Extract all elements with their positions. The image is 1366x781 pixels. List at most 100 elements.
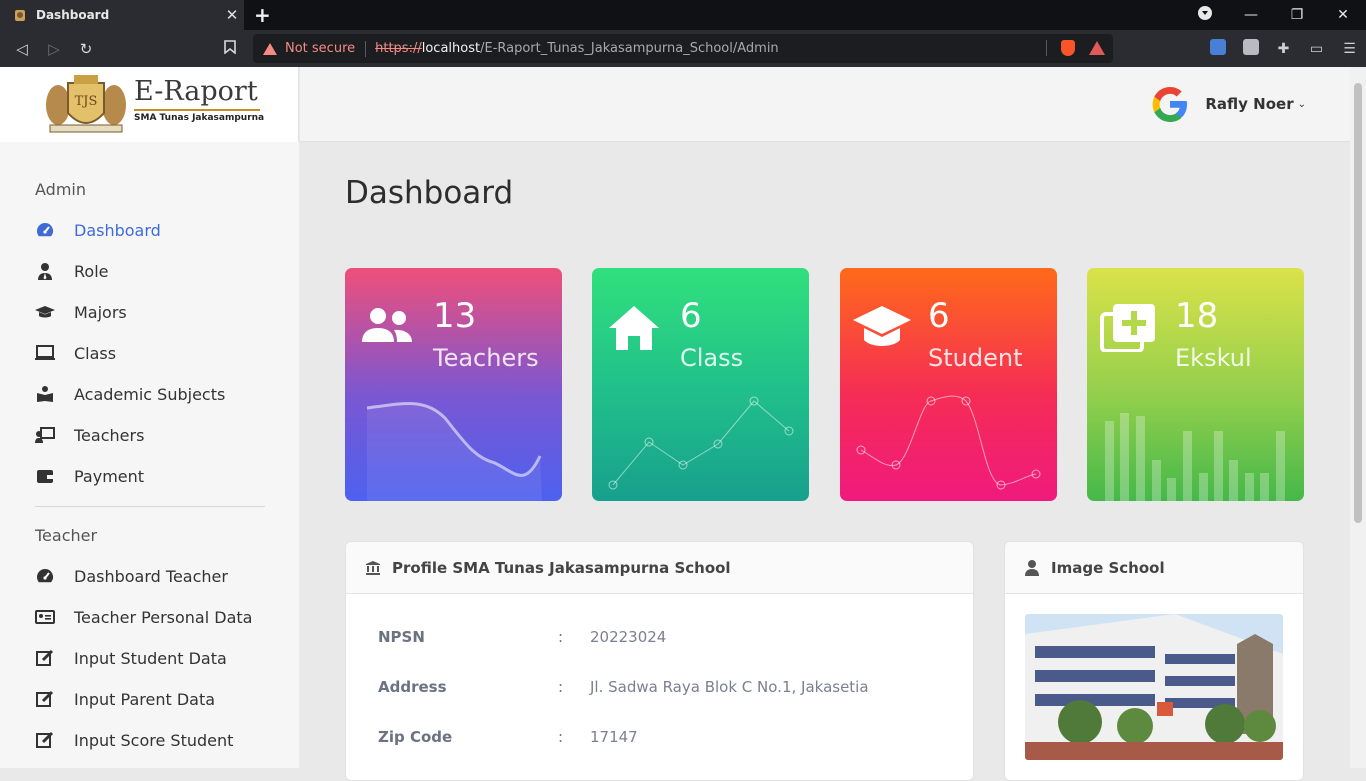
profile-label: Zip Code [378, 728, 453, 746]
tab-title: Dashboard [36, 8, 110, 22]
chevron-down-icon: ⌄ [1297, 98, 1306, 110]
url-path: /E-Raport_Tunas_Jakasampurna_School/Admi… [480, 41, 779, 56]
close-window-icon[interactable]: ✕ [1320, 7, 1366, 23]
sidebar-item-input-student-data[interactable]: Input Student Data [35, 646, 227, 670]
address-bar[interactable]: Not secure https:// localhost /E-Raport_… [253, 34, 1113, 63]
colon-separator: : [558, 728, 564, 746]
profile-panel-title: Profile SMA Tunas Jakasampurna School [392, 558, 731, 577]
top-bar: Rafly Noer ⌄ [300, 67, 1350, 142]
browser-tab-bar: Dashboard ✕ + — ❐ ✕ [0, 0, 1366, 30]
brave-shield-icon[interactable] [1061, 40, 1075, 56]
sidebar-item-label: Role [74, 261, 109, 281]
edit-icon [35, 730, 55, 750]
brand-title: E-Raport [134, 75, 260, 111]
minimize-icon[interactable]: — [1228, 7, 1274, 23]
tachometer-icon [35, 220, 55, 240]
chalkboard-teacher-icon [35, 425, 55, 445]
sidebar-item-input-score-student[interactable]: Input Score Student [35, 728, 233, 752]
menu-icon[interactable]: ☰ [1333, 41, 1366, 57]
sidebar-item-label: Input Student Data [74, 648, 227, 668]
reload-icon[interactable]: ↻ [70, 40, 102, 58]
school-building-image[interactable] [1025, 614, 1283, 760]
school-crest-favicon-icon [15, 10, 25, 21]
back-icon[interactable]: ◁ [6, 40, 38, 58]
browser-tab[interactable]: Dashboard ✕ [0, 0, 244, 30]
close-tab-icon[interactable]: ✕ [220, 6, 244, 24]
edit-icon [35, 689, 55, 709]
sidebar-item-label: Dashboard [74, 220, 161, 240]
sidebar-item-label: Class [74, 343, 117, 363]
sidebar-item-majors[interactable]: Majors [35, 300, 127, 324]
image-school-panel-header: Image School [1005, 542, 1303, 594]
user-tie-icon [35, 261, 55, 281]
not-secure-label[interactable]: Not secure [285, 41, 355, 56]
stat-count: 18 [1175, 296, 1219, 336]
stat-card-ekskul[interactable]: 18 Ekskul [1087, 268, 1304, 501]
brand-subtitle: SMA Tunas Jakasampurna [134, 113, 265, 123]
sidebar-item-dashboard[interactable]: Dashboard [35, 218, 161, 242]
scrollbar-thumb[interactable] [1354, 83, 1362, 523]
brave-rewards-icon[interactable] [1089, 41, 1105, 55]
tab-search-icon[interactable] [1182, 6, 1228, 24]
bookmark-icon[interactable] [214, 39, 246, 58]
wallet-icon[interactable]: ▭ [1300, 41, 1333, 57]
profile-panel: Profile SMA Tunas Jakasampurna School NP… [345, 541, 974, 781]
restore-icon[interactable]: ❐ [1274, 7, 1320, 23]
stat-card-class[interactable]: 6 Class [592, 268, 809, 501]
user-menu[interactable]: Rafly Noer ⌄ [1147, 81, 1306, 127]
stat-count: 6 [680, 296, 702, 336]
app: TJS E-Raport SMA Tunas Jakasampurna Rafl… [0, 67, 1366, 781]
window-controls: — ❐ ✕ [1182, 0, 1366, 30]
sidebar-item-label: Majors [74, 302, 127, 322]
profile-row-zip-code: Zip Code : 17147 [378, 728, 638, 746]
sidebar-item-role[interactable]: Role [35, 259, 108, 283]
stat-label: Teachers [433, 344, 539, 372]
brand-logo[interactable]: TJS E-Raport SMA Tunas Jakasampurna [0, 67, 299, 142]
user-icon [1025, 559, 1039, 576]
warning-icon [263, 42, 277, 55]
profile-row-address: Address : Jl. Sadwa Raya Blok C No.1, Ja… [378, 678, 869, 696]
graduation-cap-icon [853, 306, 911, 346]
svg-text:TJS: TJS [75, 94, 98, 109]
sidebar-item-payment[interactable]: Payment [35, 464, 144, 488]
extensions-bar: ✚ ▭ ☰ [1201, 30, 1366, 67]
profile-label: NPSN [378, 628, 425, 646]
colon-separator: : [558, 628, 564, 646]
sidebar-item-academic-subjects[interactable]: Academic Subjects [35, 382, 225, 406]
url-scheme: https:// [375, 41, 422, 56]
sparkline-bar-chart [1105, 413, 1285, 501]
profile-value: 20223024 [590, 628, 667, 646]
google-icon [1152, 87, 1188, 122]
sidebar-item-label: Teachers [74, 425, 145, 445]
stat-label: Class [680, 344, 744, 372]
new-tab-icon[interactable]: + [254, 3, 271, 27]
extension-icon[interactable] [1234, 38, 1267, 59]
sidebar-item-label: Dashboard Teacher [74, 566, 228, 586]
wallet-icon [35, 466, 55, 486]
sidebar-item-label: Input Parent Data [74, 689, 216, 709]
tachometer-icon [35, 566, 55, 586]
forward-icon[interactable]: ▷ [38, 40, 70, 58]
stat-card-teachers[interactable]: 13 Teachers [345, 268, 562, 501]
sidebar-item-dashboard-teacher[interactable]: Dashboard Teacher [35, 564, 228, 588]
translate-extension-icon[interactable] [1201, 38, 1234, 59]
sidebar-item-teachers[interactable]: Teachers [35, 423, 144, 447]
sidebar-item-label: Input Score Student [74, 730, 234, 750]
sidebar-item-teacher-personal-data[interactable]: Teacher Personal Data [35, 605, 252, 629]
profile-panel-header: Profile SMA Tunas Jakasampurna School [346, 542, 973, 594]
stat-card-student[interactable]: 6 Student [840, 268, 1057, 501]
url-host: localhost [421, 41, 481, 56]
sidebar-item-label: Teacher Personal Data [74, 607, 253, 627]
image-school-panel: Image School [1004, 541, 1304, 781]
profile-row-npsn: NPSN : 20223024 [378, 628, 666, 646]
book-reader-icon [35, 384, 55, 404]
school-crest-logo: TJS [46, 75, 126, 133]
sidebar-item-input-parent-data[interactable]: Input Parent Data [35, 687, 215, 711]
puzzle-extensions-icon[interactable]: ✚ [1267, 41, 1300, 57]
profile-label: Address [378, 678, 447, 696]
page-scrollbar[interactable] [1350, 67, 1366, 768]
stat-count: 6 [928, 296, 950, 336]
sidebar: Admin Dashboard Role Majors Class Academ… [0, 142, 299, 768]
user-name: Rafly Noer [1205, 95, 1294, 113]
sidebar-item-class[interactable]: Class [35, 341, 116, 365]
